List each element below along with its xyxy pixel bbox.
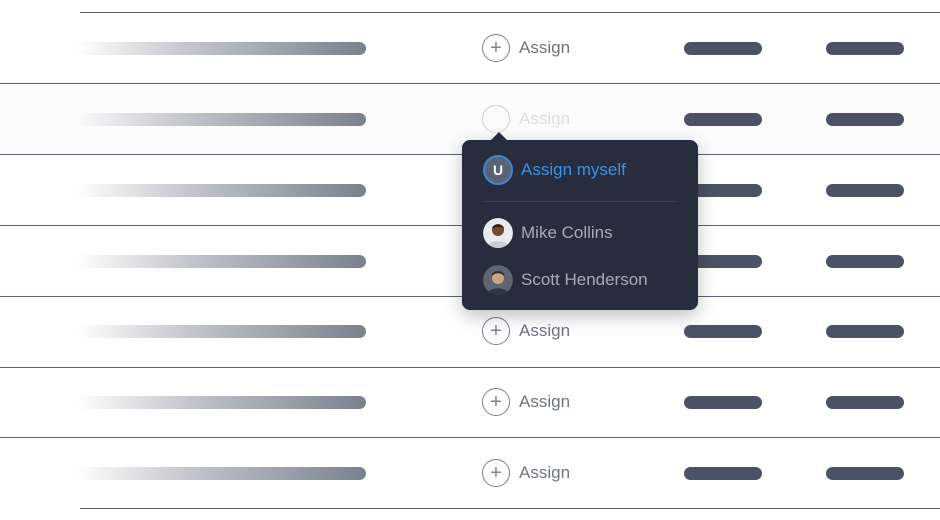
plus-circle-icon: + bbox=[482, 105, 510, 133]
assign-button[interactable]: + Assign bbox=[482, 459, 570, 487]
assign-button[interactable]: + Assign bbox=[482, 34, 570, 62]
avatar-initial: U bbox=[492, 162, 504, 178]
placeholder-pill bbox=[826, 113, 904, 126]
placeholder-pill bbox=[826, 396, 904, 409]
assign-button[interactable]: + Assign bbox=[482, 105, 570, 133]
dropdown-caret bbox=[491, 132, 507, 140]
placeholder-pill bbox=[684, 467, 762, 480]
placeholder-pill bbox=[826, 42, 904, 55]
assign-label: Assign bbox=[519, 392, 571, 411]
table-row: + Assign bbox=[0, 438, 940, 508]
plus-circle-icon: + bbox=[482, 34, 510, 62]
table-row: + Assign bbox=[0, 13, 940, 83]
plus-circle-icon: + bbox=[482, 388, 510, 416]
dropdown-divider bbox=[483, 201, 677, 202]
current-user-avatar: U bbox=[483, 155, 513, 185]
placeholder-pill bbox=[684, 42, 762, 55]
person-avatar bbox=[483, 218, 513, 248]
assign-button[interactable]: + Assign bbox=[482, 317, 570, 345]
assign-label: Assign bbox=[519, 321, 571, 340]
placeholder-pill bbox=[826, 255, 904, 268]
placeholder-pill bbox=[826, 325, 904, 338]
assign-button[interactable]: + Assign bbox=[482, 388, 570, 416]
table-row: + Assign bbox=[0, 368, 940, 438]
assign-myself-item[interactable]: U Assign myself bbox=[483, 155, 626, 185]
plus-circle-icon: + bbox=[482, 317, 510, 345]
name-placeholder-bar bbox=[76, 396, 366, 409]
name-placeholder-bar bbox=[76, 113, 366, 126]
user-item-mike-collins[interactable]: Mike Collins bbox=[483, 218, 613, 248]
placeholder-pill bbox=[826, 467, 904, 480]
placeholder-pill bbox=[684, 396, 762, 409]
assign-label: Assign bbox=[519, 38, 571, 57]
user-item-scott-henderson[interactable]: Scott Henderson bbox=[483, 265, 648, 295]
placeholder-pill bbox=[826, 184, 904, 197]
placeholder-pill bbox=[684, 113, 762, 126]
assignee-dropdown: U Assign myself Mike Collins Scott Hende… bbox=[462, 132, 698, 310]
assign-label: Assign bbox=[519, 463, 571, 482]
placeholder-pill bbox=[684, 325, 762, 338]
name-placeholder-bar bbox=[76, 184, 366, 197]
person-avatar bbox=[483, 265, 513, 295]
name-placeholder-bar bbox=[76, 255, 366, 268]
name-placeholder-bar bbox=[76, 467, 366, 480]
name-placeholder-bar bbox=[76, 325, 366, 338]
name-placeholder-bar bbox=[76, 42, 366, 55]
plus-circle-icon: + bbox=[482, 459, 510, 487]
assign-label: Assign bbox=[519, 109, 571, 128]
user-name: Scott Henderson bbox=[521, 270, 648, 289]
row-divider bbox=[80, 508, 940, 509]
assign-myself-label: Assign myself bbox=[521, 160, 626, 179]
user-name: Mike Collins bbox=[521, 223, 613, 242]
